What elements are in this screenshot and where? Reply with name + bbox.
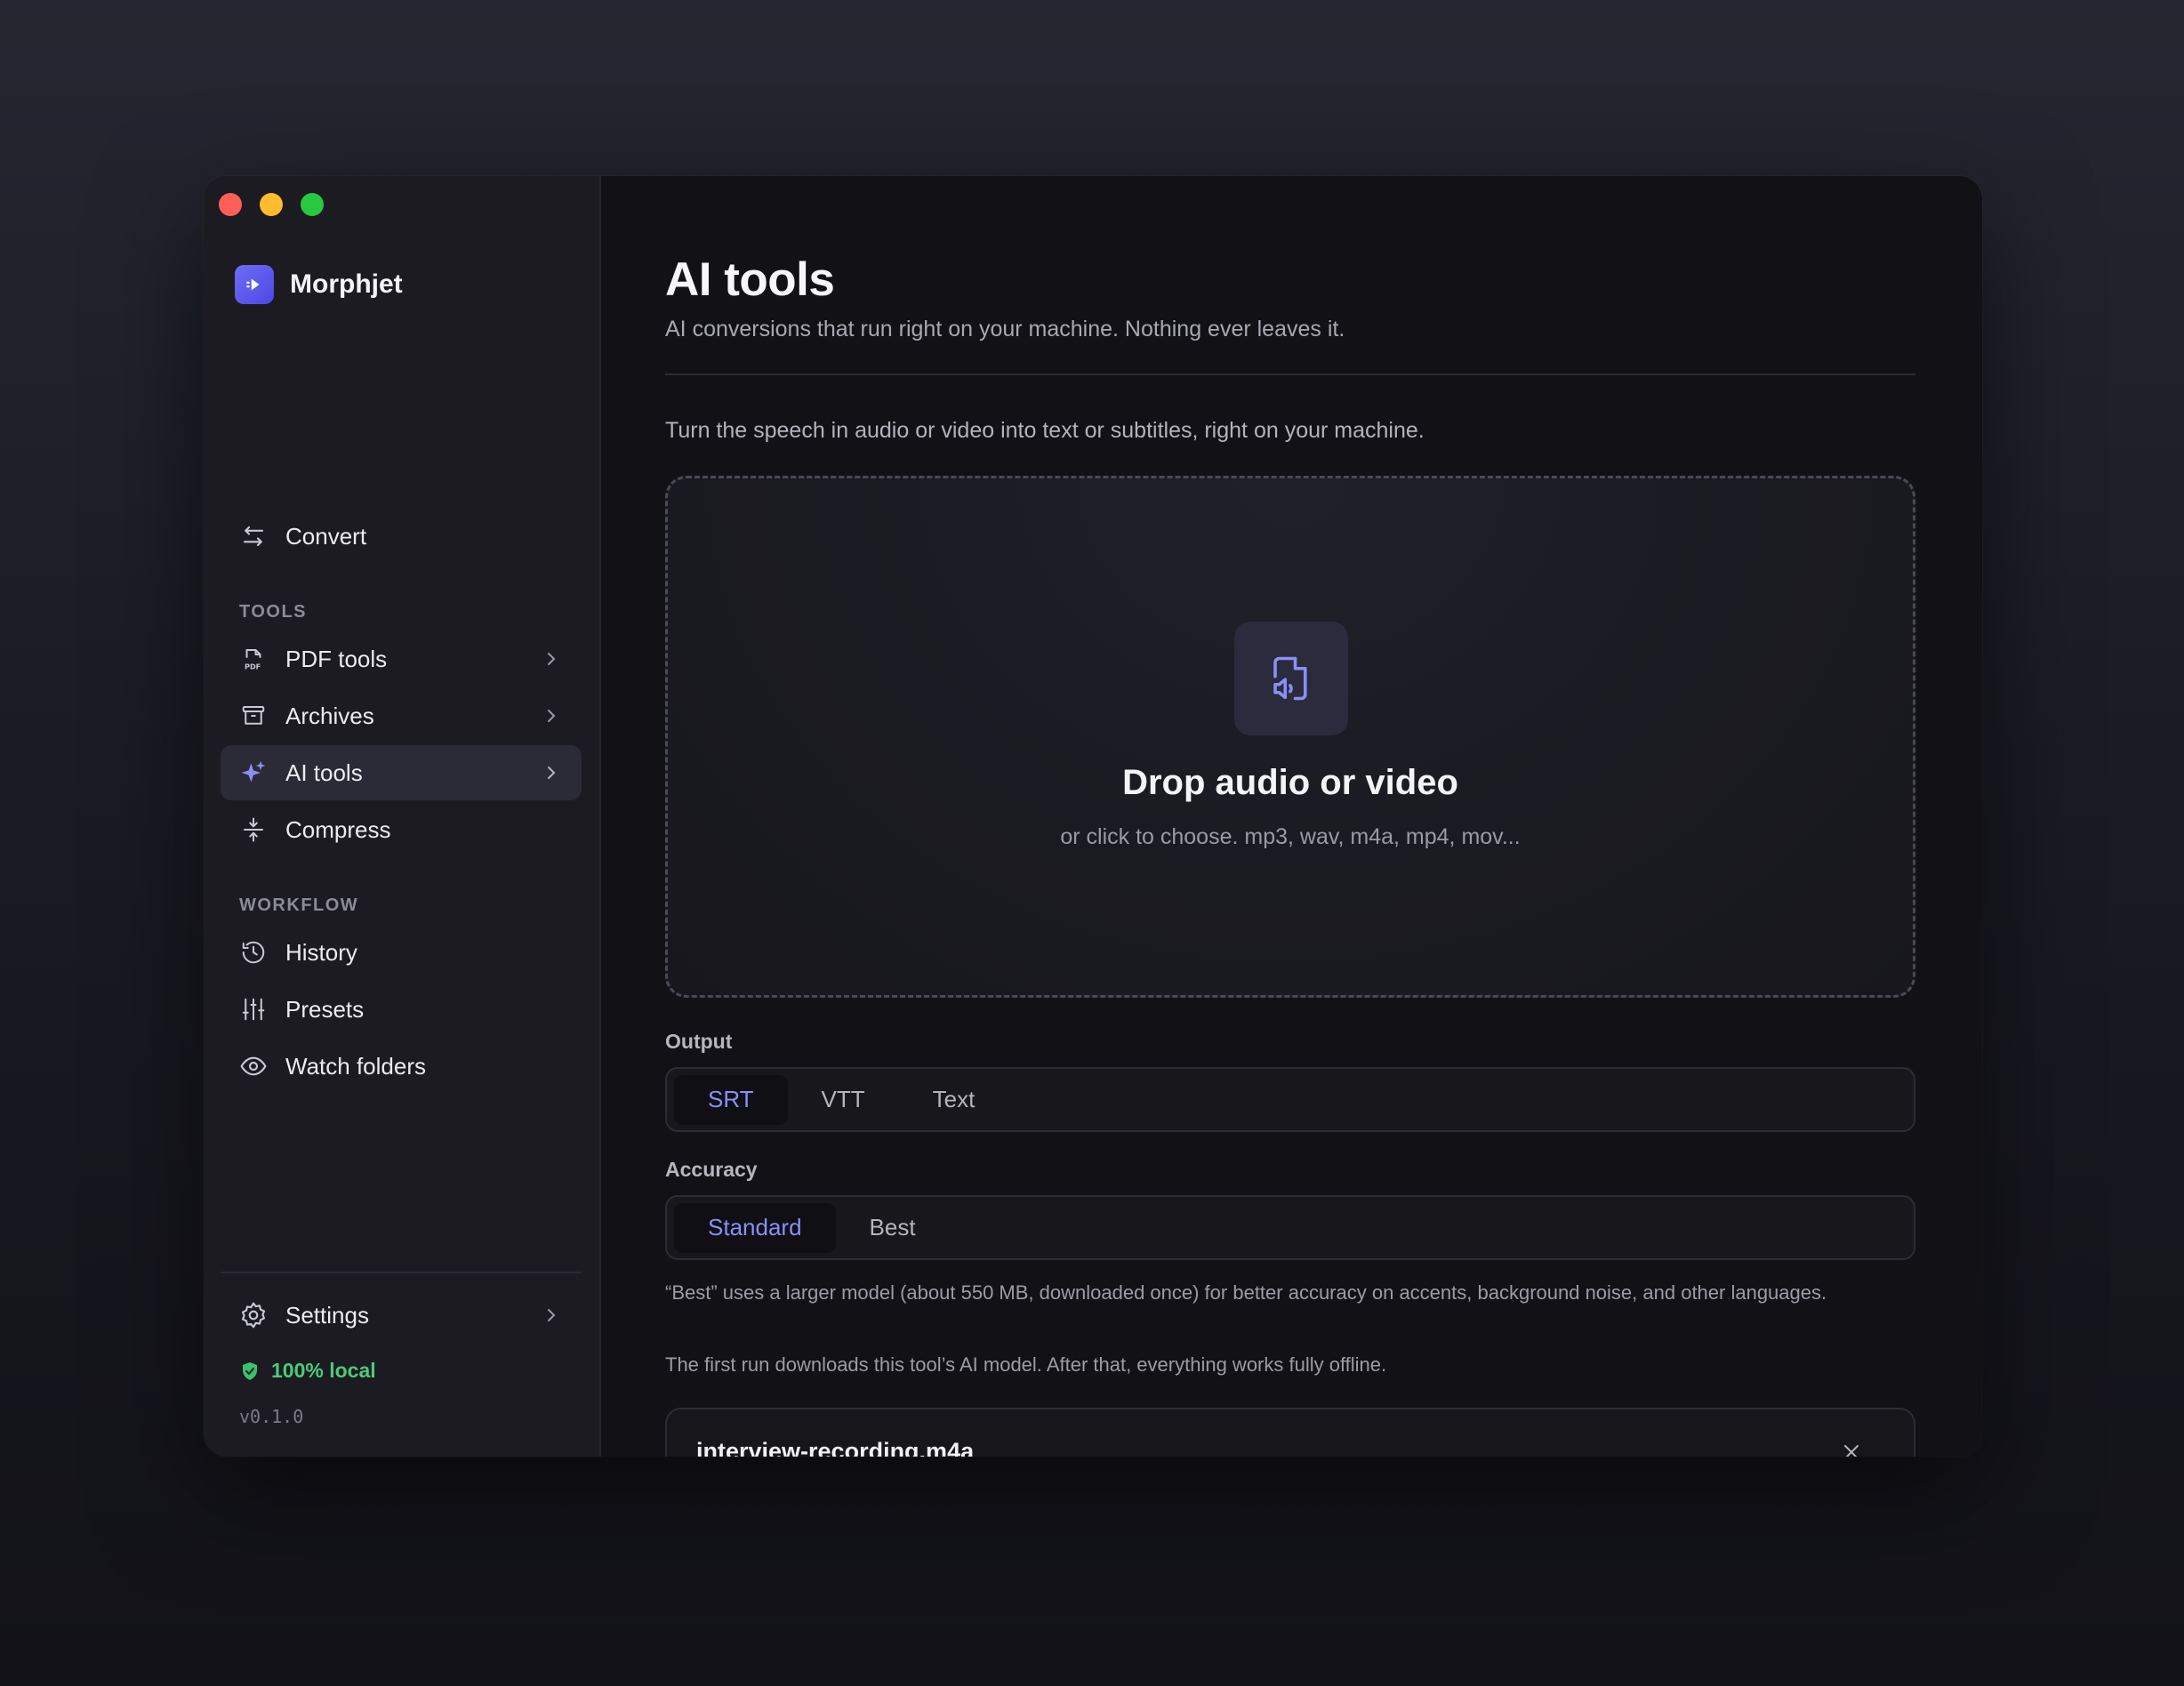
sidebar-item-label: AI tools: [285, 759, 363, 786]
output-option-vtt[interactable]: VTT: [788, 1075, 899, 1125]
sidebar-item-watch-folders[interactable]: Watch folders: [221, 1039, 582, 1094]
output-option-text[interactable]: Text: [899, 1075, 1009, 1125]
archive-box-icon: [238, 701, 269, 731]
sidebar-item-pdf-tools[interactable]: PDF PDF tools: [221, 631, 582, 686]
pdf-file-icon: PDF: [238, 644, 269, 674]
dropzone-title: Drop audio or video: [1122, 763, 1458, 802]
accuracy-label: Accuracy: [665, 1158, 758, 1181]
sidebar-item-compress[interactable]: Compress: [221, 802, 582, 857]
offline-note: The first run downloads this tool’s AI m…: [665, 1353, 1387, 1376]
window-controls: [219, 193, 324, 216]
sidebar-item-label: Compress: [285, 815, 391, 843]
output-format-selector: SRT VTT Text: [665, 1067, 1915, 1132]
header-divider: [665, 373, 1915, 375]
page-subtitle: AI conversions that run right on your ma…: [665, 317, 1345, 341]
app-window: Morphjet Convert TOOLS PDF PDF tools Arc…: [204, 176, 1982, 1457]
close-window-button[interactable]: [219, 193, 242, 216]
sidebar-item-label: PDF tools: [285, 645, 388, 672]
tool-description: Turn the speech in audio or video into t…: [665, 418, 1425, 443]
main-content: AI tools AI conversions that run right o…: [601, 176, 1982, 1457]
minimize-window-button[interactable]: [260, 193, 283, 216]
sidebar-item-convert[interactable]: Convert: [221, 509, 582, 564]
sidebar-item-presets[interactable]: Presets: [221, 982, 582, 1037]
sparkles-icon: [238, 758, 269, 788]
accuracy-option-standard[interactable]: Standard: [674, 1202, 836, 1253]
sidebar-divider: [221, 1272, 582, 1273]
sidebar-item-history[interactable]: History: [221, 925, 582, 980]
app-name: Morphjet: [290, 269, 403, 299]
sidebar-item-ai-tools[interactable]: AI tools: [221, 745, 582, 800]
app-version: v0.1.0: [239, 1406, 304, 1427]
sidebar: Morphjet Convert TOOLS PDF PDF tools Arc…: [204, 176, 601, 1457]
sidebar-item-label: Settings: [285, 1301, 369, 1329]
history-clock-icon: [238, 937, 269, 967]
brand: Morphjet: [235, 265, 403, 304]
page-title: AI tools: [665, 253, 835, 306]
sidebar-item-label: Presets: [285, 995, 365, 1023]
app-logo-icon: [235, 265, 274, 304]
chevron-right-icon: [548, 653, 556, 665]
sidebar-item-label: Watch folders: [285, 1052, 426, 1080]
output-option-srt[interactable]: SRT: [674, 1074, 788, 1125]
sidebar-item-label: History: [285, 938, 357, 966]
accuracy-option-best[interactable]: Best: [836, 1203, 950, 1253]
compress-icon: [238, 815, 269, 845]
file-item: interview-recording.m4a: [665, 1408, 1915, 1457]
close-icon[interactable]: [1841, 1441, 1862, 1457]
audio-file-icon: [1234, 622, 1348, 735]
accuracy-selector: Standard Best: [665, 1195, 1915, 1260]
sliders-icon: [238, 994, 269, 1024]
svg-text:PDF: PDF: [245, 662, 261, 670]
sidebar-item-label: Archives: [285, 702, 374, 729]
eye-icon: [238, 1051, 269, 1081]
chevron-right-icon: [548, 1309, 556, 1321]
chevron-right-icon: [548, 710, 556, 722]
output-label: Output: [665, 1030, 733, 1053]
arrows-swap-icon: [238, 521, 269, 551]
sidebar-item-label: Convert: [285, 522, 367, 550]
gear-icon: [238, 1300, 269, 1330]
sidebar-item-settings[interactable]: Settings: [221, 1288, 582, 1343]
file-name: interview-recording.m4a: [696, 1438, 975, 1457]
sidebar-item-archives[interactable]: Archives: [221, 688, 582, 743]
accuracy-note: “Best” uses a larger model (about 550 MB…: [665, 1281, 1827, 1304]
tools-section-heading: TOOLS: [239, 602, 308, 622]
local-status-badge: 100% local: [239, 1359, 376, 1383]
shield-check-icon: [243, 1361, 257, 1380]
chevron-right-icon: [548, 767, 556, 779]
file-dropzone[interactable]: Drop audio or video or click to choose. …: [665, 476, 1915, 998]
dropzone-hint: or click to choose. mp3, wav, m4a, mp4, …: [1060, 824, 1521, 849]
local-status-text: 100% local: [271, 1359, 376, 1382]
zoom-window-button[interactable]: [301, 193, 324, 216]
workflow-section-heading: WORKFLOW: [239, 895, 359, 915]
